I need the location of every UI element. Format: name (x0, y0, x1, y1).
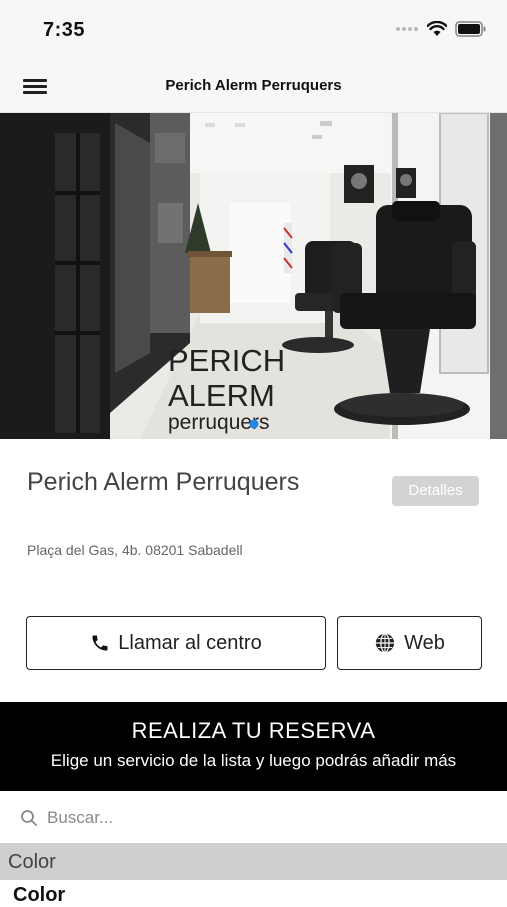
search-input[interactable] (47, 802, 477, 834)
status-bar: 7:35 (0, 0, 507, 60)
nav-bar: Perich Alerm Perruquers (0, 60, 507, 113)
hero-logo-line2: ALERM (168, 378, 275, 413)
carousel-dot-active[interactable] (249, 419, 259, 429)
globe-icon (375, 633, 395, 653)
center-address: Plaça del Gas, 4b. 08201 Sabadell (27, 542, 243, 558)
booking-subtitle: Elige un servicio de la lista y luego po… (50, 751, 457, 770)
hero-logo-line1: PERICH (168, 343, 285, 378)
status-icons (395, 21, 487, 37)
signal-icon (396, 27, 418, 31)
search-icon (21, 810, 37, 826)
wifi-icon (427, 21, 447, 36)
booking-title: REALIZA TU RESERVA (131, 718, 376, 743)
booking-banner: REALIZA TU RESERVA Elige un servicio de … (0, 702, 507, 791)
phone-icon (92, 635, 108, 651)
web-button[interactable]: Web (337, 616, 482, 670)
nav-title: Perich Alerm Perruquers (165, 77, 342, 94)
search-bar (0, 792, 507, 843)
service-list-item[interactable]: Color (13, 884, 65, 907)
call-center-button[interactable]: Llamar al centro (26, 616, 326, 670)
call-button-label: Llamar al centro (118, 631, 262, 654)
status-time: 7:35 (43, 19, 86, 41)
web-button-label: Web (404, 631, 445, 654)
section-title: Color (8, 851, 56, 873)
battery-icon (455, 21, 486, 37)
details-button[interactable]: Detalles (392, 476, 479, 506)
hero-carousel[interactable]: PERICH ALERM perruquers (0, 113, 507, 439)
service-section-header: Color (0, 843, 507, 880)
center-name: Perich Alerm Perruquers (27, 468, 300, 496)
salon-photo: PERICH ALERM perruquers (0, 113, 507, 439)
